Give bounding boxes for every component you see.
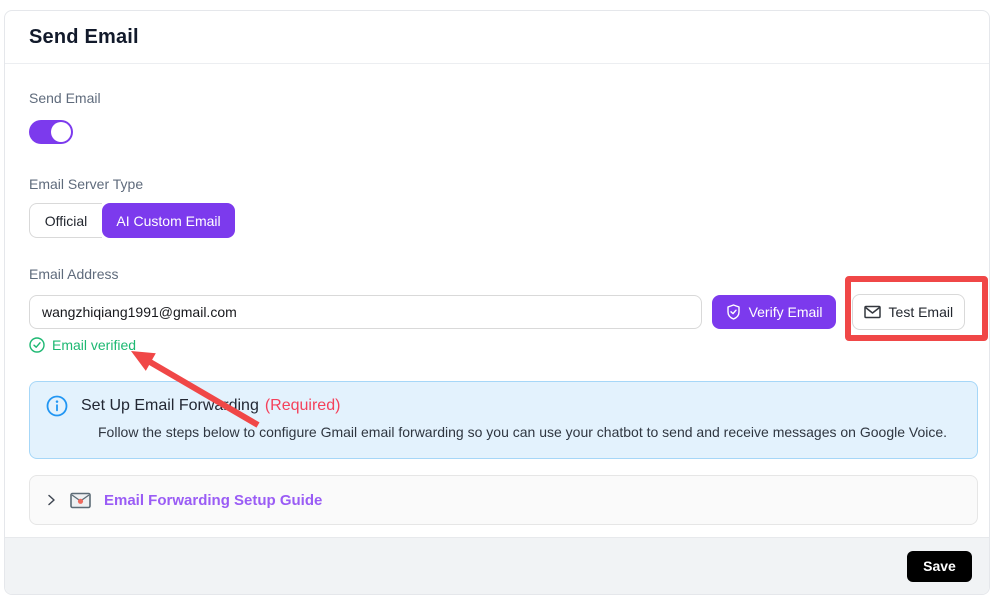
toggle-knob	[51, 122, 71, 142]
email-row: Verify Email Test Email	[29, 294, 965, 330]
info-box-title: Set Up Email Forwarding	[81, 397, 259, 415]
info-box-description: Follow the steps below to configure Gmai…	[98, 424, 961, 440]
email-envelope-icon	[70, 492, 91, 509]
info-box-required-badge: (Required)	[265, 397, 341, 415]
email-forwarding-info-box: Set Up Email Forwarding (Required) Follo…	[29, 381, 978, 459]
info-circle-icon	[46, 395, 68, 417]
info-box-header: Set Up Email Forwarding (Required)	[46, 395, 961, 417]
card-header: Send Email	[5, 11, 989, 64]
guide-panel-label: Email Forwarding Setup Guide	[104, 492, 322, 509]
email-address-label: Email Address	[29, 266, 965, 282]
email-forwarding-guide-collapse[interactable]: Email Forwarding Setup Guide	[29, 475, 978, 525]
email-verified-text: Email verified	[52, 337, 136, 353]
save-button[interactable]: Save	[907, 551, 972, 582]
email-verified-status: Email verified	[29, 337, 965, 353]
chevron-right-icon	[46, 494, 57, 506]
page-title: Send Email	[29, 26, 139, 49]
server-type-option-ai-custom[interactable]: AI Custom Email	[102, 203, 235, 238]
verify-email-label: Verify Email	[749, 304, 823, 320]
send-email-label: Send Email	[29, 90, 965, 106]
email-address-input[interactable]	[29, 295, 702, 329]
check-circle-icon	[29, 337, 45, 353]
verify-email-button[interactable]: Verify Email	[712, 295, 835, 329]
test-email-button[interactable]: Test Email	[852, 294, 965, 330]
server-type-segmented-control: Official AI Custom Email	[29, 203, 965, 238]
server-type-label: Email Server Type	[29, 176, 965, 192]
server-type-option-official[interactable]: Official	[29, 203, 102, 238]
test-email-label: Test Email	[889, 304, 954, 320]
send-email-toggle[interactable]	[29, 120, 73, 144]
envelope-icon	[864, 305, 881, 319]
shield-check-icon	[726, 304, 741, 320]
card-footer: Save	[5, 537, 989, 594]
card-body: Send Email Email Server Type Official AI…	[5, 64, 989, 525]
send-email-settings-card: Send Email Send Email Email Server Type …	[4, 10, 990, 595]
